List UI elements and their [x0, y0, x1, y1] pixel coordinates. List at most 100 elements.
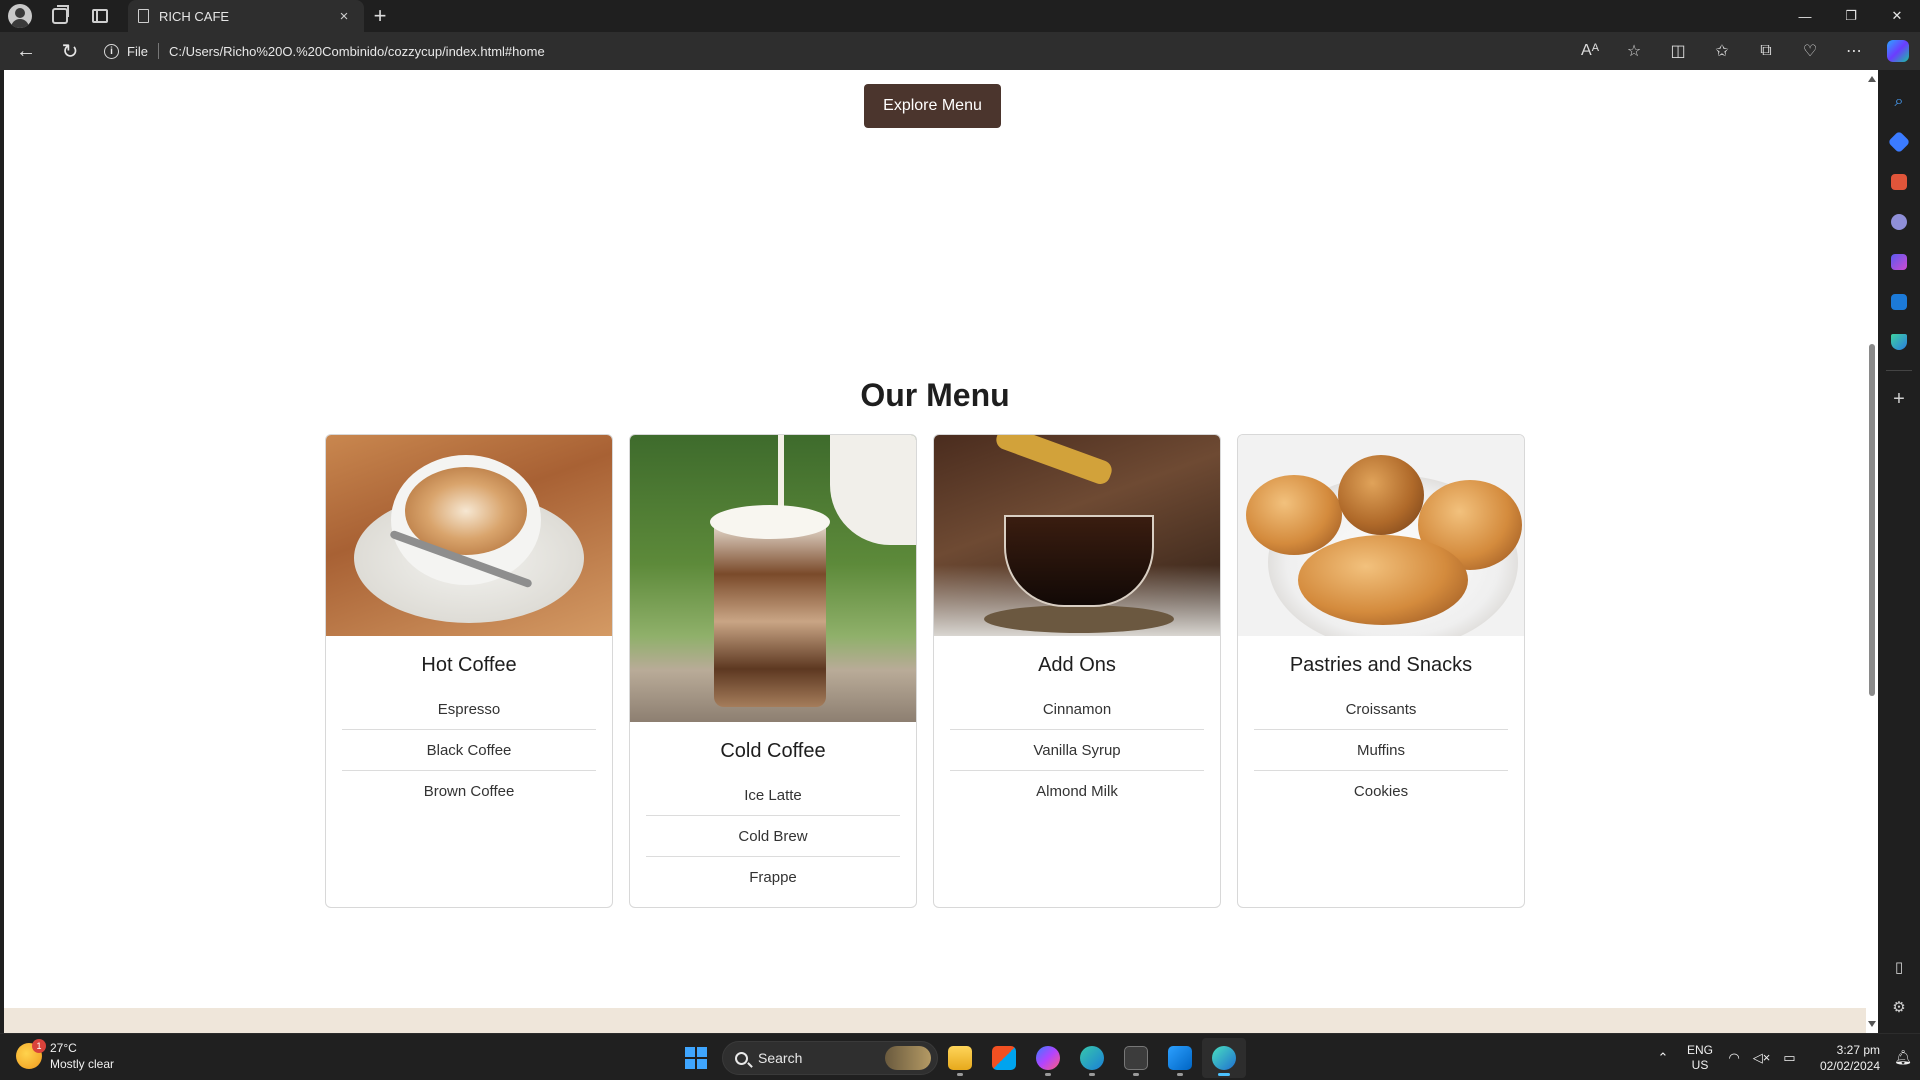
messenger-button[interactable] — [1026, 1038, 1070, 1078]
sidebar-settings-icon[interactable]: ⚙ — [1878, 987, 1920, 1027]
list-item: Brown Coffee — [423, 783, 515, 800]
browser-essentials-icon[interactable]: ♡ — [1788, 32, 1832, 70]
battery-icon: ▭ — [1783, 1049, 1796, 1065]
minimize-button[interactable]: — — [1782, 0, 1828, 32]
back-arrow-icon: ← — [16, 39, 36, 62]
toolbar-actions: A͏ᴬ ☆ ◫ ✩ ⧉ ♡ ⋯ — [1568, 32, 1920, 70]
scroll-up-arrow-icon[interactable] — [1868, 76, 1876, 82]
new-tab-button[interactable]: + — [364, 0, 396, 32]
vscode-button[interactable] — [1158, 1038, 1202, 1078]
list-item: Cinnamon — [950, 689, 1204, 730]
menu-section-title: Our Menu — [860, 377, 1010, 413]
workspaces-button[interactable] — [40, 0, 80, 32]
system-tray: ⌃ ENG US ◠ ◁× ▭ 3:27 pm 02/02/2024 🔔︎ — [1648, 1034, 1920, 1080]
language-code: ENG — [1686, 1042, 1713, 1057]
more-icon[interactable]: ⋯ — [1832, 32, 1876, 70]
edge-button[interactable] — [1070, 1038, 1114, 1078]
taskbar-search[interactable]: Search — [722, 1041, 938, 1075]
weather-widget[interactable]: 1 27°C Mostly clear — [16, 1039, 115, 1072]
page-icon — [138, 9, 149, 23]
terminal-icon — [1124, 1046, 1148, 1070]
list-item: Muffins — [1254, 730, 1508, 771]
profile-button[interactable] — [0, 0, 40, 32]
tab-strip: RICH CAFE × + — ❐ ✕ — [0, 0, 1920, 32]
edge-sidebar: ⌕ + ▯ ⚙ — [1878, 70, 1920, 1033]
syrup-pour-coffee-image — [934, 435, 1220, 636]
hide-sidebar-icon[interactable]: ▯ — [1878, 947, 1920, 987]
copilot-button[interactable] — [1876, 32, 1920, 70]
list-item: Croissants — [1254, 689, 1508, 730]
iced-latte-glass-image — [630, 435, 916, 722]
show-hidden-icons-chevron-icon[interactable]: ⌃ — [1648, 1050, 1678, 1066]
drop-icon[interactable] — [1878, 322, 1920, 362]
card-item-list: Ice Latte Cold Brew Frappe — [646, 775, 900, 898]
address-bar[interactable]: i File C:/Users/Richo%20O.%20Combinido/c… — [104, 36, 545, 66]
date: 02/02/2024 — [1819, 1058, 1880, 1073]
search-placeholder: Search — [758, 1050, 803, 1066]
close-tab-icon[interactable]: × — [334, 8, 354, 25]
tab-title: RICH CAFE — [159, 8, 230, 24]
list-item: Cookies — [1353, 783, 1409, 800]
notifications-bell-icon[interactable]: 🔔︎ — [1886, 1049, 1920, 1066]
volume-muted-icon: ◁× — [1752, 1049, 1771, 1065]
vertical-tabs-icon — [92, 9, 108, 23]
url-text[interactable]: C:/Users/Richo%20O.%20Combinido/cozzycup… — [169, 44, 545, 59]
address-divider — [157, 43, 159, 59]
favorite-star-icon[interactable]: ☆ — [1612, 32, 1656, 70]
store-icon — [992, 1046, 1016, 1070]
outlook-icon[interactable] — [1878, 282, 1920, 322]
add-sidebar-app-icon[interactable]: + — [1878, 379, 1920, 419]
refresh-button[interactable]: ↻ — [50, 35, 90, 67]
browser-toolbar: ← ↻ i File C:/Users/Richo%20O.%20Combini… — [0, 32, 1920, 70]
latte-art-cup-image — [326, 435, 612, 636]
back-button[interactable]: ← — [6, 35, 46, 67]
tools-icon[interactable] — [1878, 162, 1920, 202]
card-title: Pastries and Snacks — [1289, 654, 1473, 676]
explore-menu-button[interactable]: Explore Menu — [864, 84, 1001, 128]
split-screen-icon[interactable]: ◫ — [1656, 32, 1700, 70]
window-controls: — ❐ ✕ — [1782, 0, 1920, 32]
start-button[interactable] — [676, 1038, 716, 1078]
sidebar-divider — [1886, 370, 1912, 371]
file-label: File — [127, 43, 148, 59]
scroll-down-arrow-icon[interactable] — [1868, 1021, 1876, 1027]
office-icon[interactable] — [1878, 242, 1920, 282]
taskbar-apps: Search — [676, 1038, 1246, 1078]
collections-icon[interactable]: ⧉ — [1744, 32, 1788, 70]
terminal-button[interactable] — [1114, 1038, 1158, 1078]
sidebar-bottom: ▯ ⚙ — [1878, 947, 1920, 1027]
card-title: Add Ons — [1038, 654, 1116, 676]
list-item: Almond Milk — [1036, 783, 1118, 800]
shopping-tag-icon[interactable] — [1878, 122, 1920, 162]
list-item: Frappe — [749, 869, 797, 886]
file-explorer-button[interactable] — [938, 1038, 982, 1078]
input-language[interactable]: ENG US — [1678, 1043, 1722, 1073]
restore-button[interactable]: ❐ — [1828, 0, 1874, 32]
tab-rich-cafe[interactable]: RICH CAFE × — [128, 0, 364, 32]
edge-dev-button[interactable] — [1202, 1038, 1246, 1078]
page-viewport: Explore Menu Our Menu Hot Coffee Espress… — [4, 70, 1878, 1033]
favorites-icon[interactable]: ✩ — [1700, 32, 1744, 70]
read-aloud-icon[interactable]: A͏ᴬ — [1568, 32, 1612, 70]
menu-card-cold-coffee: Cold Coffee Ice Latte Cold Brew Frappe — [629, 434, 917, 908]
store-button[interactable] — [982, 1038, 1026, 1078]
games-icon[interactable] — [1878, 202, 1920, 242]
edge-icon — [1080, 1046, 1104, 1070]
scrollbar-thumb[interactable] — [1869, 344, 1875, 696]
workspaces-icon — [52, 5, 69, 24]
menu-card-add-ons: Add Ons Cinnamon Vanilla Syrup Almond Mi… — [933, 434, 1221, 908]
close-window-button[interactable]: ✕ — [1874, 0, 1920, 32]
clock[interactable]: 3:27 pm 02/02/2024 — [1802, 1042, 1886, 1074]
card-item-list: Croissants Muffins Cookies — [1254, 689, 1508, 812]
notification-badge: 1 — [32, 1039, 46, 1053]
search-icon — [735, 1051, 748, 1065]
list-item: Black Coffee — [342, 730, 596, 771]
weather-condition: Mostly clear — [50, 1057, 115, 1071]
vertical-scrollbar[interactable] — [1866, 70, 1878, 1033]
quick-settings[interactable]: ◠ ◁× ▭ — [1722, 1050, 1802, 1066]
menu-card-hot-coffee: Hot Coffee Espresso Black Coffee Brown C… — [325, 434, 613, 908]
info-icon[interactable]: i — [104, 43, 119, 59]
list-item: Vanilla Syrup — [950, 730, 1204, 771]
sidebar-search-icon[interactable]: ⌕ — [1878, 82, 1920, 122]
tab-actions-button[interactable] — [80, 0, 120, 32]
